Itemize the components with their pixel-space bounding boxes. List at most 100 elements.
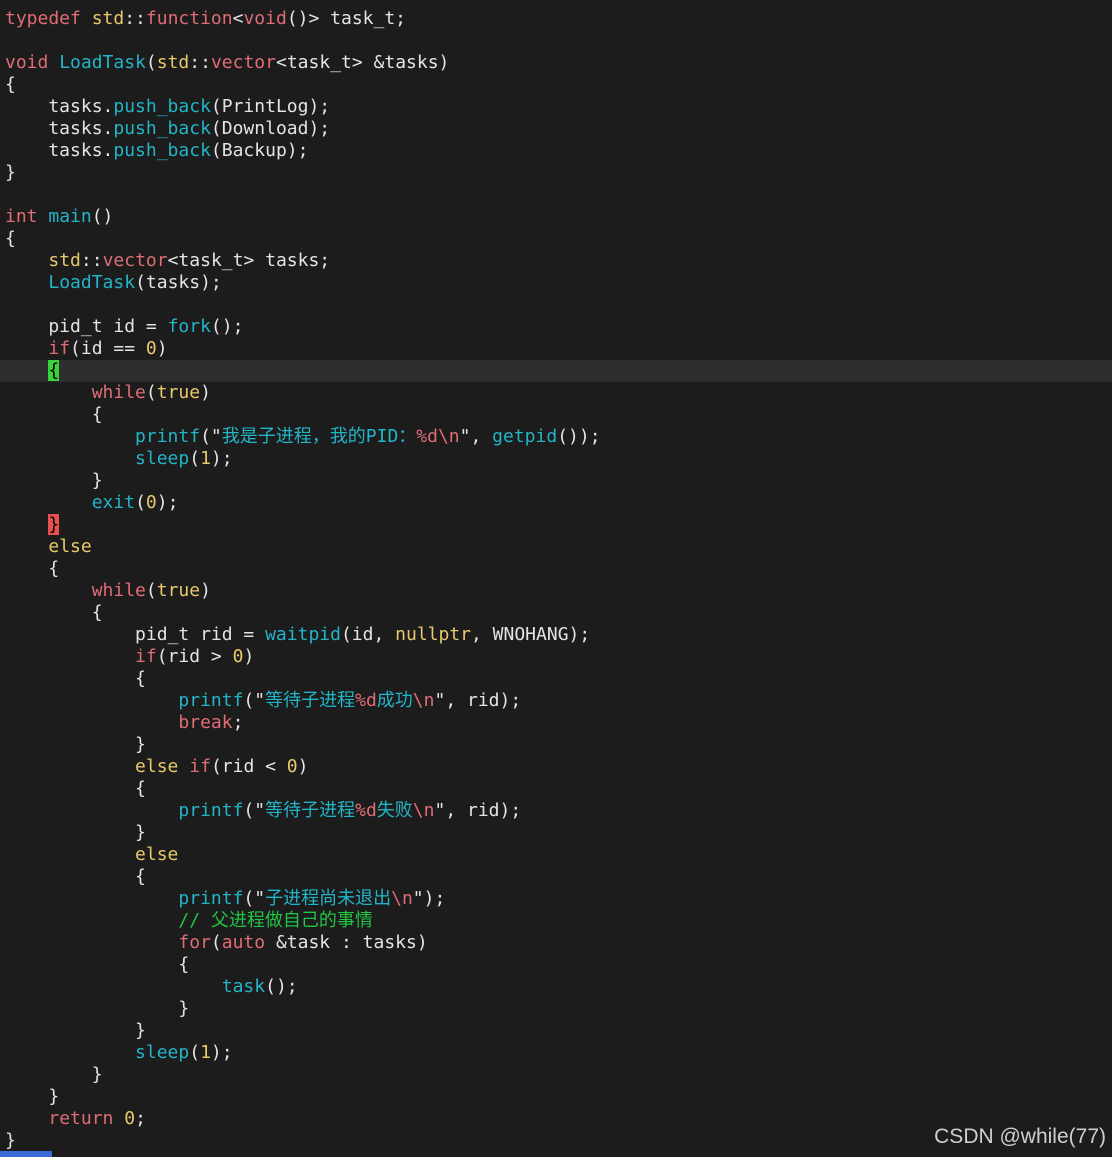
code-line[interactable]: {: [5, 668, 146, 690]
code-line[interactable]: pid_t rid = waitpid(id, nullptr, WNOHANG…: [5, 624, 590, 646]
code-editor[interactable]: typedef std::function<void()> task_t;voi…: [0, 0, 1112, 1157]
code-line[interactable]: tasks.push_back(Backup);: [5, 140, 308, 162]
code-line[interactable]: typedef std::function<void()> task_t;: [5, 8, 406, 30]
scroll-position-marker: [0, 1151, 52, 1157]
code-line[interactable]: pid_t id = fork();: [5, 316, 243, 338]
code-token: }: [5, 1130, 16, 1151]
code-line[interactable]: }: [5, 162, 16, 184]
code-token: (": [243, 690, 266, 711]
code-token: ::: [80, 250, 103, 271]
code-token: tasks.: [5, 96, 114, 117]
code-line[interactable]: if(id == 0): [5, 338, 168, 360]
code-line[interactable]: for(auto &task : tasks): [5, 932, 427, 954]
code-token: getpid: [492, 426, 558, 447]
code-token: (: [145, 52, 157, 73]
code-token: {: [5, 228, 16, 249]
code-token: (tasks);: [135, 272, 222, 293]
code-token: \n: [412, 800, 435, 821]
code-line[interactable]: }: [5, 734, 146, 756]
code-token: ): [156, 338, 168, 359]
code-line[interactable]: task();: [5, 976, 298, 998]
code-token: <task_t> tasks;: [167, 250, 331, 271]
code-line[interactable]: LoadTask(tasks);: [5, 272, 222, 294]
code-token: break: [178, 712, 233, 733]
code-line[interactable]: }: [5, 1064, 103, 1086]
code-line[interactable]: int main(): [5, 206, 113, 228]
code-line[interactable]: }: [5, 514, 60, 536]
code-line[interactable]: {: [5, 602, 103, 624]
code-line[interactable]: {: [5, 360, 60, 382]
code-token: else: [135, 844, 179, 865]
code-line[interactable]: {: [5, 228, 16, 250]
code-token: 失败: [376, 800, 413, 821]
code-token: ",: [459, 426, 493, 447]
code-line[interactable]: printf("我是子进程，我的PID：%d\n", getpid());: [5, 426, 601, 448]
code-line[interactable]: }: [5, 998, 189, 1020]
code-line[interactable]: else: [5, 536, 91, 558]
code-token: tasks.: [5, 118, 114, 139]
code-line[interactable]: sleep(1);: [5, 1042, 233, 1064]
code-token: {: [48, 360, 60, 381]
code-token: pid_t id =: [5, 316, 168, 337]
code-token: \n: [412, 690, 435, 711]
code-token: \n: [391, 888, 413, 909]
code-token: std: [91, 8, 125, 29]
code-line[interactable]: }: [5, 470, 103, 492]
code-line[interactable]: else: [5, 844, 178, 866]
code-line[interactable]: }: [5, 1020, 146, 1042]
code-line[interactable]: exit(0);: [5, 492, 179, 514]
code-token: );: [156, 492, 179, 513]
code-token: push_back: [113, 140, 211, 161]
code-line[interactable]: printf("子进程尚未退出\n");: [5, 888, 445, 910]
code-token: auto: [221, 932, 266, 953]
code-token: <: [232, 8, 244, 29]
code-line[interactable]: tasks.push_back(Download);: [5, 118, 330, 140]
code-line[interactable]: {: [5, 778, 146, 800]
code-line[interactable]: {: [5, 558, 59, 580]
code-token: {: [5, 74, 16, 95]
code-line[interactable]: std::vector<task_t> tasks;: [5, 250, 330, 272]
code-line[interactable]: sleep(1);: [5, 448, 233, 470]
code-token: 0: [232, 646, 244, 667]
code-line[interactable]: tasks.push_back(PrintLog);: [5, 96, 330, 118]
code-line[interactable]: }: [5, 1130, 16, 1152]
code-line[interactable]: {: [5, 404, 103, 426]
code-line[interactable]: {: [5, 866, 146, 888]
code-token: ();: [210, 316, 244, 337]
code-token: }: [48, 514, 60, 535]
code-line[interactable]: printf("等待子进程%d失败\n", rid);: [5, 800, 521, 822]
code-line[interactable]: printf("等待子进程%d成功\n", rid);: [5, 690, 521, 712]
code-token: (rid <: [210, 756, 287, 777]
code-line[interactable]: else if(rid < 0): [5, 756, 308, 778]
code-line[interactable]: if(rid > 0): [5, 646, 254, 668]
code-token: return: [48, 1108, 114, 1129]
code-token: 0: [124, 1108, 136, 1129]
code-line[interactable]: }: [5, 822, 146, 844]
code-line[interactable]: }: [5, 1086, 59, 1108]
code-token: , WNOHANG);: [471, 624, 591, 645]
code-line[interactable]: return 0;: [5, 1108, 146, 1130]
code-token: 成功: [376, 690, 413, 711]
code-token: while: [91, 382, 146, 403]
code-token: ::: [189, 52, 211, 73]
code-line[interactable]: break;: [5, 712, 243, 734]
code-line[interactable]: {: [5, 954, 189, 976]
code-line[interactable]: void LoadTask(std::vector<task_t> &tasks…: [5, 52, 449, 74]
code-token: printf: [178, 800, 244, 821]
code-token: int: [5, 206, 38, 227]
code-line[interactable]: while(true): [5, 580, 211, 602]
code-line[interactable]: while(true): [5, 382, 211, 404]
code-line[interactable]: // 父进程做自己的事情: [5, 910, 373, 932]
code-line[interactable]: {: [5, 74, 16, 96]
code-token: (: [145, 580, 157, 601]
